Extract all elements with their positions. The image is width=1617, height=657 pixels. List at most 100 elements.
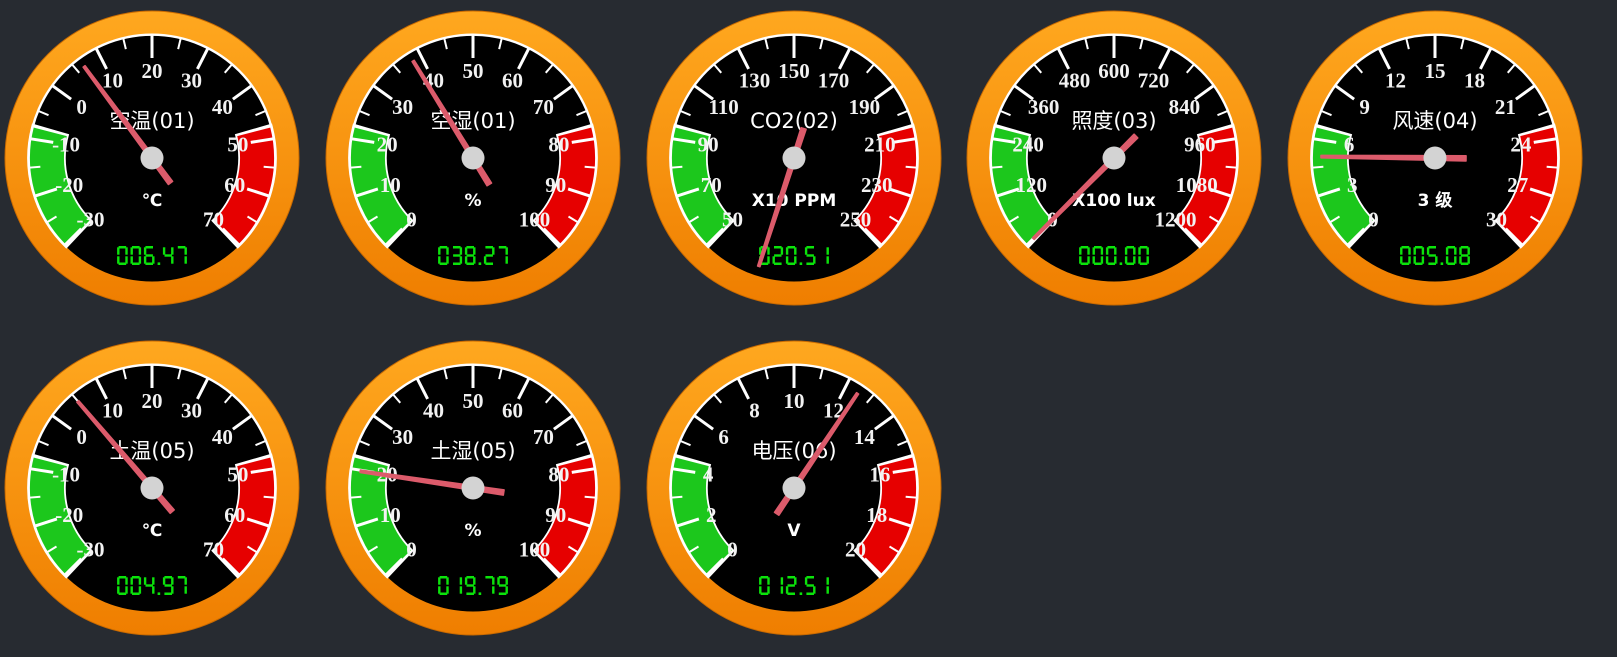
seg bbox=[144, 577, 146, 584]
tick-label: 40 bbox=[212, 425, 233, 449]
seg bbox=[1461, 254, 1468, 256]
seg bbox=[185, 586, 187, 593]
seg bbox=[785, 247, 787, 254]
seg bbox=[439, 576, 447, 579]
tick-label: 27 bbox=[1507, 173, 1528, 197]
seg bbox=[1468, 247, 1470, 254]
tick-label: 30 bbox=[392, 425, 413, 449]
gauge-svg: 0102030405060708090100土湿(05)% bbox=[323, 338, 623, 638]
gauge-hub bbox=[461, 477, 484, 500]
seg bbox=[465, 256, 467, 263]
seg bbox=[163, 247, 165, 254]
seg bbox=[787, 593, 795, 596]
seg bbox=[759, 586, 761, 593]
seg bbox=[171, 247, 173, 254]
seg bbox=[439, 593, 447, 596]
minor-tick bbox=[264, 497, 275, 498]
seg bbox=[760, 593, 768, 596]
seg bbox=[492, 586, 494, 593]
seg bbox=[1402, 263, 1410, 266]
seg bbox=[826, 586, 828, 593]
seg bbox=[466, 263, 474, 266]
minor-tick bbox=[905, 167, 916, 168]
tick-label: 30 bbox=[392, 95, 413, 119]
gauge-unit: X10 PPM bbox=[751, 191, 836, 211]
tick-label: 1080 bbox=[1176, 173, 1218, 197]
minor-tick bbox=[584, 167, 595, 168]
seg bbox=[1400, 247, 1402, 254]
seg bbox=[165, 254, 172, 256]
seg bbox=[1461, 263, 1469, 266]
seg bbox=[780, 247, 782, 254]
tick-label: -20 bbox=[55, 503, 83, 527]
seg bbox=[485, 254, 492, 256]
seg bbox=[453, 263, 461, 266]
seg bbox=[787, 576, 795, 579]
tick-label: 150 bbox=[778, 59, 810, 83]
gauge-soil-temp-05: -30-20-10010203040506070土温(05)℃ bbox=[2, 338, 302, 638]
seg bbox=[1094, 246, 1102, 249]
seg bbox=[438, 256, 440, 263]
seg bbox=[1459, 247, 1461, 254]
gauge-hub bbox=[141, 477, 164, 500]
tick-label: 0 bbox=[76, 425, 87, 449]
seg-dot bbox=[1120, 262, 1123, 265]
gauge-hub bbox=[782, 147, 805, 170]
minor-tick bbox=[350, 497, 361, 498]
seg bbox=[499, 576, 507, 579]
gauge-svg: 02468101214161820电压(06)V bbox=[644, 338, 944, 638]
seg bbox=[826, 256, 828, 263]
seg bbox=[787, 584, 794, 586]
seg bbox=[466, 254, 473, 256]
seg bbox=[1402, 246, 1410, 249]
tick-label: 15 bbox=[1425, 59, 1446, 83]
seg bbox=[1428, 246, 1436, 249]
seg bbox=[1427, 247, 1429, 254]
tick-label: 8 bbox=[749, 398, 760, 422]
seg-dot bbox=[158, 592, 161, 595]
tick-label: 0 bbox=[1368, 208, 1379, 232]
tick-label: 90 bbox=[545, 173, 566, 197]
gauge-soil-humidity-05: 0102030405060708090100土湿(05)% bbox=[323, 338, 623, 638]
seg bbox=[780, 586, 782, 593]
seg bbox=[145, 246, 153, 249]
tick-label: 70 bbox=[533, 425, 554, 449]
seg bbox=[505, 256, 507, 263]
seg bbox=[139, 577, 141, 584]
minor-tick bbox=[670, 497, 681, 498]
seg bbox=[1133, 247, 1135, 254]
seg bbox=[466, 576, 474, 579]
gauge-voltage-06: 02468101214161820电压(06)V bbox=[644, 338, 944, 638]
seg bbox=[1428, 263, 1436, 266]
seg bbox=[1446, 256, 1448, 263]
tick-label: 110 bbox=[708, 95, 738, 119]
tick-label: 20 bbox=[142, 389, 163, 413]
seg bbox=[185, 577, 187, 584]
seg bbox=[132, 263, 140, 266]
seg bbox=[780, 577, 782, 584]
tick-label: 360 bbox=[1028, 95, 1060, 119]
seg bbox=[473, 247, 475, 254]
seg bbox=[446, 247, 448, 254]
gauge-air-temp-01: -30-20-10010203040506070空温(01)℃ bbox=[2, 8, 302, 308]
seg bbox=[438, 577, 440, 584]
seg bbox=[485, 576, 493, 579]
seg bbox=[787, 263, 795, 266]
seg-dot bbox=[478, 592, 481, 595]
tick-label: 6 bbox=[1344, 132, 1355, 156]
seg bbox=[767, 247, 769, 254]
seg bbox=[1079, 247, 1081, 254]
gauge-title: CO2(02) bbox=[750, 109, 838, 133]
seg bbox=[505, 577, 507, 584]
seg bbox=[1429, 254, 1436, 256]
seg bbox=[453, 246, 461, 249]
tick-label: 10 bbox=[102, 68, 123, 92]
seg bbox=[171, 577, 173, 584]
tick-label: 50 bbox=[462, 59, 483, 83]
gauge-unit: 3 级 bbox=[1418, 190, 1453, 211]
minor-tick bbox=[1312, 167, 1323, 168]
gauge-unit: % bbox=[464, 521, 481, 541]
seg bbox=[132, 593, 140, 596]
seg bbox=[152, 256, 154, 263]
seg bbox=[453, 254, 460, 256]
